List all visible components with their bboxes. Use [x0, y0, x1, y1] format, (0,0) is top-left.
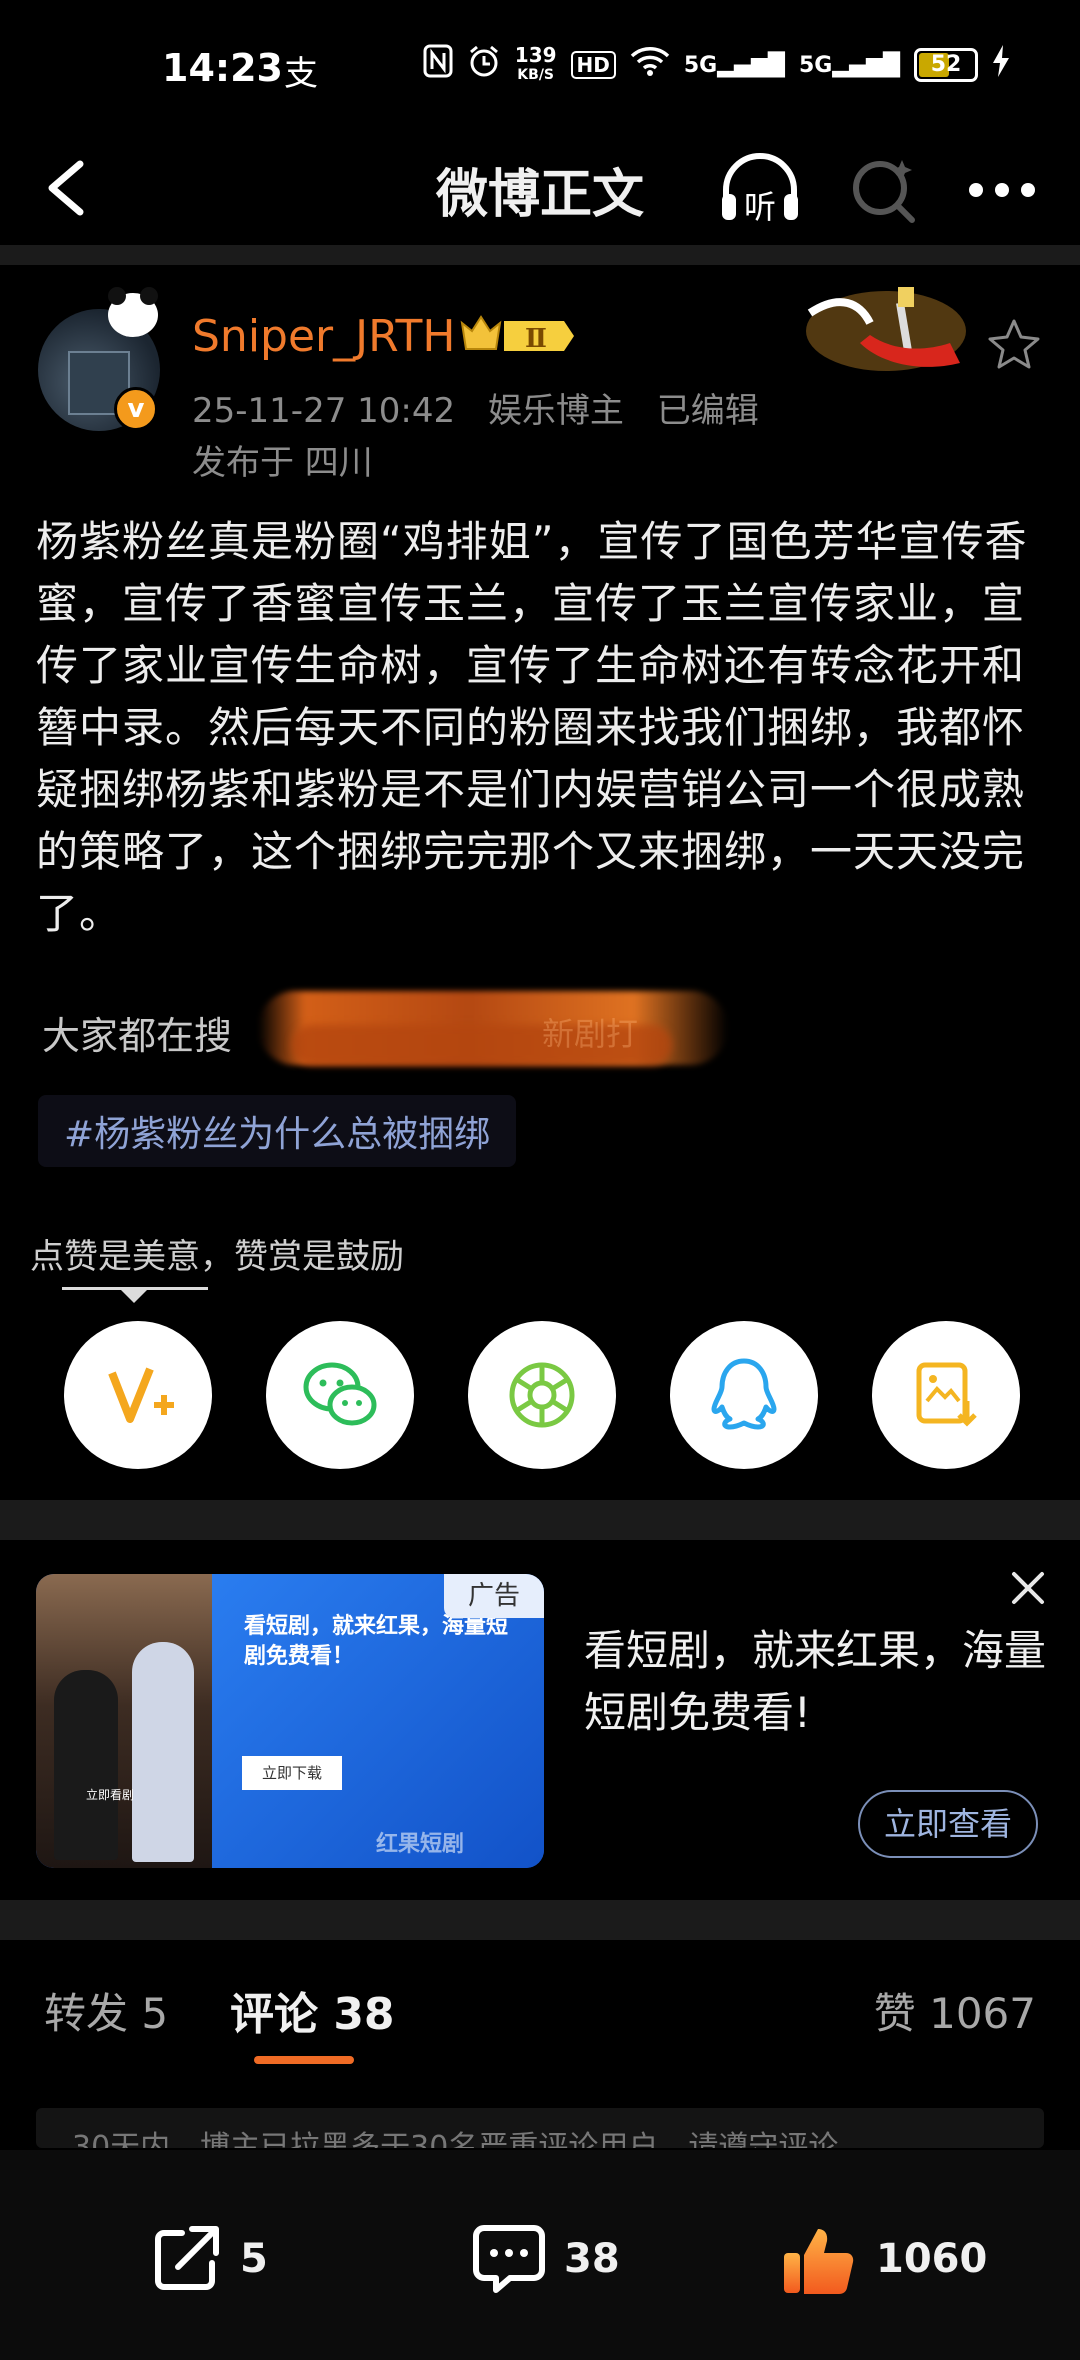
ad-photo: 立即看剧	[36, 1574, 212, 1868]
status-bar: 14:23 支 139 KB/S HD 5G▂▄▆█ 5G▂▄▆█ 52	[0, 0, 1080, 130]
hint-pointer	[120, 1289, 148, 1303]
divider	[0, 1900, 1080, 1940]
divider	[0, 245, 1080, 265]
ad-tag: 广告	[444, 1574, 544, 1618]
ad-card[interactable]: 立即看剧 看短剧，就来红果，海量短剧免费看！ 立即下载 广告 红果短剧 看短剧，…	[0, 1540, 1080, 1900]
wechat-icon	[303, 1362, 377, 1426]
favorite-star-icon[interactable]	[986, 317, 1042, 373]
nav-bar: 微博正文 听	[0, 130, 1080, 245]
post-meta: 25-11-27 10:42 娱乐博主 已编辑	[192, 383, 781, 432]
save-image-button[interactable]	[872, 1321, 1020, 1469]
wechat-share-button[interactable]	[266, 1321, 414, 1469]
ad-image-headline: 看短剧，就来红果，海量短剧免费看！	[244, 1614, 509, 1669]
like-count: 1060	[876, 2236, 988, 2282]
divider	[0, 1500, 1080, 1540]
ad-view-button[interactable]: 立即查看	[858, 1790, 1038, 1858]
username[interactable]: Sniper_JRTH	[192, 311, 455, 362]
share-arrow-icon	[155, 2226, 219, 2290]
svg-text:Ⅱ: Ⅱ	[525, 324, 547, 354]
interaction-tabs: 转发 5 评论 38 赞 1067	[0, 1940, 1080, 2080]
like-button[interactable]: 1060	[780, 2214, 987, 2304]
alarm-icon	[467, 44, 501, 86]
repost-count: 5	[240, 2236, 268, 2282]
reward-hint: 点赞是美意，赞赏是鼓励	[30, 1237, 404, 1277]
active-tab-indicator	[254, 2056, 354, 2064]
save-image-icon	[916, 1362, 977, 1427]
moments-share-button[interactable]	[468, 1321, 616, 1469]
charging-icon	[992, 45, 1010, 85]
comment-button[interactable]: 38	[470, 2214, 620, 2304]
headphones-icon: 听	[722, 153, 798, 226]
tab-comments[interactable]: 评论 38	[230, 1978, 395, 2042]
comment-notice-text: 30天内，博主已拉黑多于30名严重评论用户，请遵守评论	[72, 2130, 839, 2148]
ad-download-button[interactable]: 立即下载	[242, 1756, 342, 1790]
signal-2-icon: 5G▂▄▆█	[798, 52, 900, 78]
share-row	[64, 1321, 1020, 1471]
alipay-icon: 支	[284, 54, 318, 94]
thumbs-up-icon	[784, 2229, 854, 2294]
post-date: 25-11-27 10:42	[192, 391, 456, 431]
status-icons: 139 KB/S HD 5G▂▄▆█ 5G▂▄▆█ 52	[423, 44, 1010, 86]
status-time: 14:23	[162, 46, 283, 90]
qq-share-button[interactable]	[670, 1321, 818, 1469]
post-category: 娱乐博主	[487, 391, 624, 431]
ad-image[interactable]: 立即看剧 看短剧，就来红果，海量短剧免费看！ 立即下载 广告 红果短剧	[36, 1574, 544, 1868]
ad-text[interactable]: 看短剧，就来红果，海量短剧免费看!	[584, 1620, 1054, 1744]
member-level-badge: Ⅱ	[460, 315, 574, 354]
net-speed: 139 KB/S	[514, 43, 557, 83]
post-location: 发布于 四川	[192, 443, 373, 483]
comment-count: 38	[564, 2236, 620, 2282]
trending-search-link[interactable]: 大家都在搜 新剧打	[42, 991, 728, 1065]
vplus-reward-button[interactable]	[64, 1321, 212, 1469]
battery-icon: 52	[914, 48, 978, 82]
moments-icon	[509, 1362, 575, 1428]
search-icon	[853, 160, 915, 223]
comment-icon	[473, 2225, 545, 2293]
festive-decoration-icon	[806, 287, 966, 371]
ad-image-caption: 立即看剧	[86, 1788, 135, 1802]
comment-notice: 30天内，博主已拉黑多于30名严重评论用户，请遵守评论	[36, 2108, 1044, 2148]
bottom-action-bar: 5 38 1060	[0, 2150, 1080, 2360]
qq-icon	[711, 1358, 777, 1430]
panda-pendant-icon	[108, 287, 158, 337]
more-dots-icon	[969, 183, 1035, 197]
tab-likes[interactable]: 赞 1067	[874, 1980, 1036, 2041]
wifi-icon	[630, 45, 670, 85]
more-button[interactable]	[962, 170, 1042, 210]
nfc-icon	[423, 44, 453, 86]
close-icon[interactable]	[1010, 1570, 1046, 1606]
verified-badge: v	[114, 387, 158, 431]
tab-reposts[interactable]: 转发 5	[44, 1980, 168, 2041]
edited-flag: 已编辑	[656, 391, 759, 431]
listen-button[interactable]: 听	[718, 148, 802, 228]
search-button[interactable]	[848, 148, 920, 228]
search-prefix: 大家都在搜	[42, 1014, 233, 1058]
repost-button[interactable]: 5	[148, 2214, 268, 2304]
signal-1-icon: 5G▂▄▆█	[683, 52, 785, 78]
hashtag-topic[interactable]: #杨紫粉丝为什么总被捆绑	[38, 1095, 517, 1167]
hd-icon: HD	[570, 51, 616, 79]
post-card: v Sniper_JRTH Ⅱ 25-11-27 10:42 娱乐博主 已编辑 …	[0, 265, 1080, 1500]
v-plus-icon	[108, 1367, 174, 1423]
svg-text:听: 听	[744, 188, 776, 226]
ad-image-brand: 红果短剧	[376, 1832, 465, 1857]
post-body: 杨紫粉丝真是粉圈“鸡排姐”，宣传了国色芳华宣传香蜜，宣传了香蜜宣传玉兰，宣传了玉…	[36, 517, 1028, 938]
search-hidden-tail: 新剧打	[542, 1015, 639, 1053]
